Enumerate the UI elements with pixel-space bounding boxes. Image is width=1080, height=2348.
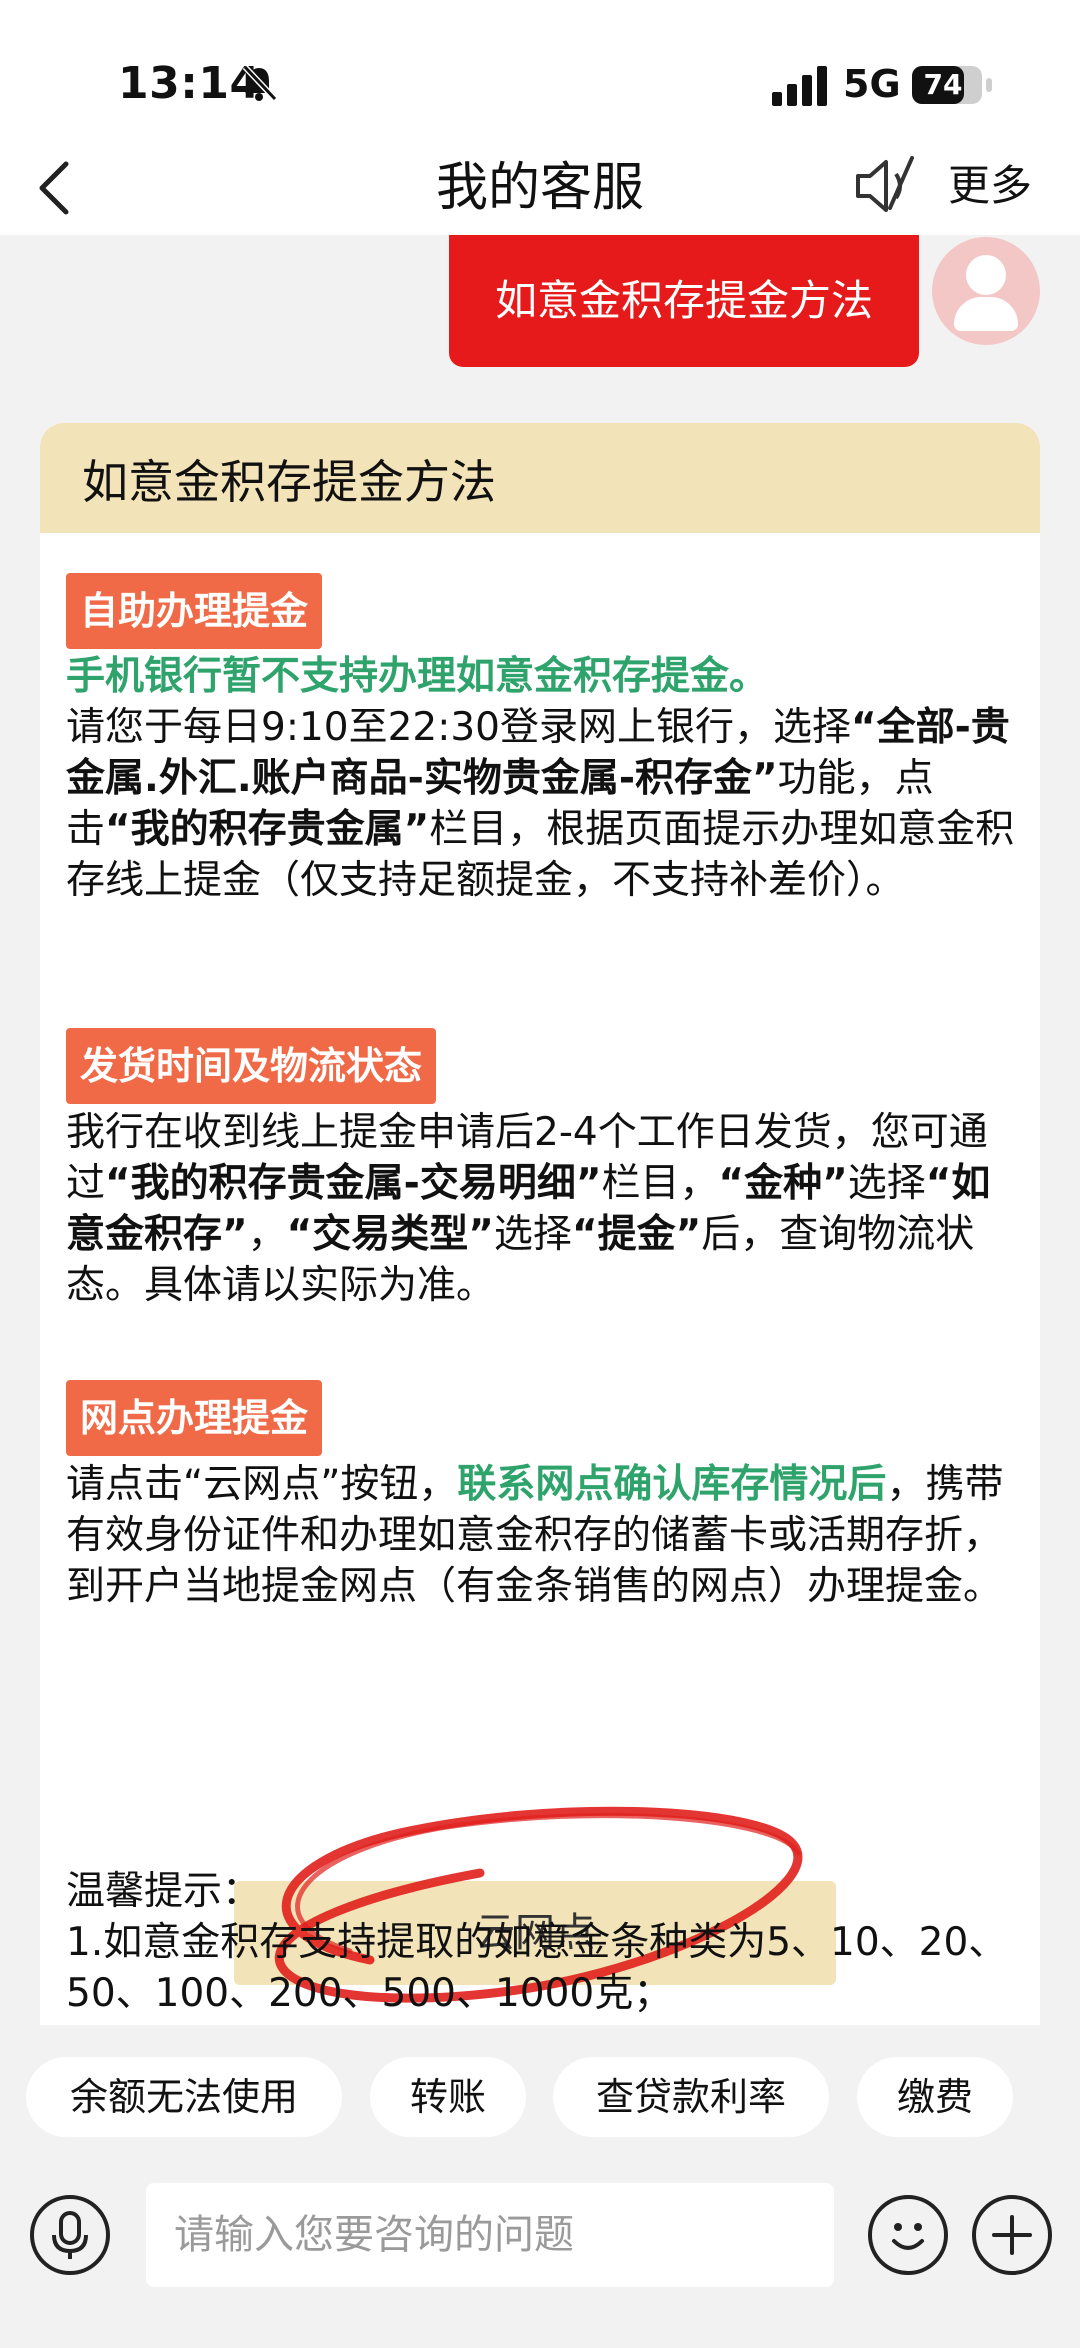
- mute-bell-icon: [242, 64, 278, 102]
- green-highlight: 联系网点确认库存情况后: [457, 1462, 887, 1507]
- text-fragment: 请点击“云网点”按钮，: [66, 1462, 458, 1507]
- suggestion-chip[interactable]: 查贷款利率: [553, 2057, 829, 2137]
- user-avatar: [932, 237, 1040, 345]
- text-fragment: 栏目，: [601, 1161, 719, 1206]
- user-message-bubble: 如意金积存提金方法: [449, 235, 919, 367]
- answer-card: 如意金积存提金方法 自助办理提金 手机银行暂不支持办理如意金积存提金。 请您于每…: [40, 423, 1040, 2025]
- section-text-self-service: 手机银行暂不支持办理如意金积存提金。 请您于每日9:10至22:30登录网上银行…: [66, 651, 1016, 906]
- chat-area: 如意金积存提金方法 如意金积存提金方法 自助办理提金 手机银行暂不支持办理如意金…: [0, 235, 1080, 2025]
- suggestion-chip[interactable]: 缴费: [857, 2057, 1013, 2137]
- speaker-mute-icon[interactable]: [850, 150, 922, 222]
- section-tag-shipping: 发货时间及物流状态: [66, 1028, 437, 1104]
- bold-fragment: “我的积存贵金属”: [105, 807, 430, 852]
- tips-title-line: 温馨提示：: [66, 1869, 262, 1914]
- section-text-shipping: 我行在收到线上提金申请后2-4个工作日发货，您可通过“我的积存贵金属-交易明细”…: [66, 1107, 1016, 1311]
- emoji-icon[interactable]: [868, 2195, 948, 2275]
- section-text-branch: 请点击“云网点”按钮，联系网点确认库存情况后，携带有效身份证件和办理如意金积存的…: [66, 1459, 1016, 1612]
- battery-level: 74: [923, 68, 963, 101]
- bold-fragment: “交易类型”: [286, 1212, 494, 1257]
- more-button[interactable]: 更多: [948, 154, 1032, 218]
- input-bar: 请输入您要咨询的问题: [0, 2175, 1080, 2348]
- text-fragment: 请您于每日9:10至22:30登录网上银行，选择: [66, 705, 851, 750]
- green-highlight: 手机银行暂不支持办理如意金积存提金。: [66, 654, 769, 699]
- tips-item-1: 1.如意金积存支持提取的如意金条种类为5、10、20、50、100、200、50…: [66, 1920, 1008, 2016]
- bold-fragment: “我的积存贵金属-交易明细”: [105, 1161, 602, 1206]
- section-tag-branch: 网点办理提金: [66, 1380, 323, 1456]
- bold-fragment: “提金”: [571, 1212, 702, 1257]
- plus-icon[interactable]: [972, 2195, 1052, 2275]
- cellular-signal-icon: [772, 66, 827, 106]
- bold-fragment: “金种”: [718, 1161, 848, 1206]
- suggestion-chip[interactable]: 余额无法使用: [26, 2057, 342, 2137]
- suggestion-chip[interactable]: 转账: [370, 2057, 526, 2137]
- card-title: 如意金积存提金方法: [40, 423, 1040, 533]
- text-fragment: ，: [247, 1212, 287, 1257]
- question-input[interactable]: 请输入您要咨询的问题: [146, 2183, 834, 2287]
- text-fragment: 选择: [847, 1161, 926, 1206]
- network-type: 5G: [843, 62, 901, 106]
- status-bar: 13:14 5G 74: [0, 0, 1080, 140]
- microphone-icon[interactable]: [30, 2195, 110, 2275]
- text-fragment: 选择: [493, 1212, 572, 1257]
- suggestion-bar: 余额无法使用 转账 查贷款利率 缴费: [0, 2025, 1080, 2175]
- nav-bar: 我的客服 更多: [0, 140, 1080, 235]
- battery-icon: 74: [912, 66, 992, 104]
- section-tag-self-service: 自助办理提金: [66, 573, 323, 649]
